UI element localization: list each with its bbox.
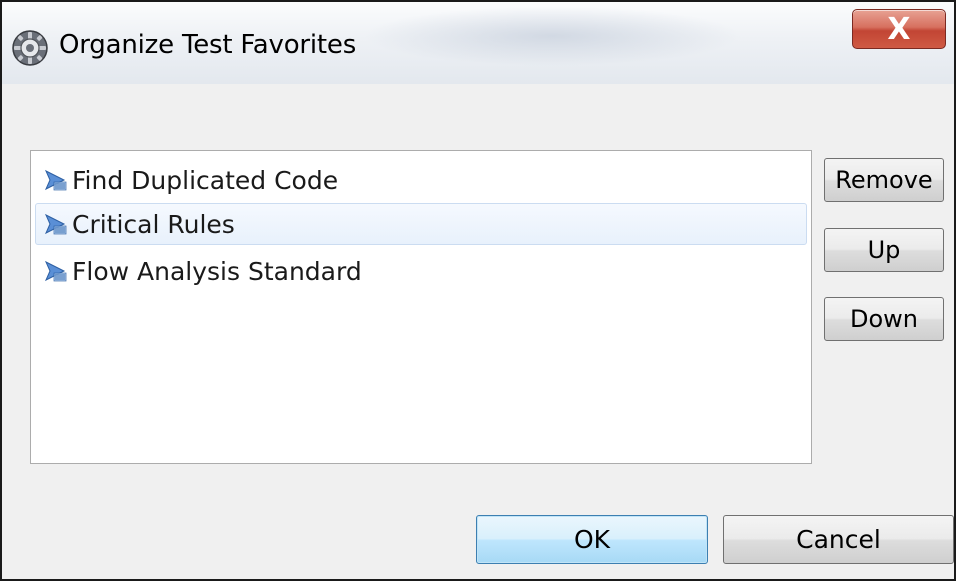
ok-button[interactable]: OK <box>476 515 708 564</box>
list-item-label: Find Duplicated Code <box>72 165 339 195</box>
list-item-label: Flow Analysis Standard <box>72 256 362 286</box>
list-item-label: Critical Rules <box>72 209 235 239</box>
title-bar[interactable]: Organize Test Favorites X <box>2 2 954 84</box>
list-item[interactable]: Flow Analysis Standard <box>35 250 807 292</box>
down-button[interactable]: Down <box>824 297 944 341</box>
cancel-button[interactable]: Cancel <box>723 515 954 564</box>
test-config-icon <box>44 212 68 236</box>
gear-icon <box>11 29 49 67</box>
test-config-icon <box>44 168 68 192</box>
dialog-window: Organize Test Favorites X Find Duplicate… <box>0 0 956 581</box>
window-title: Organize Test Favorites <box>59 30 357 60</box>
test-config-icon <box>44 259 68 283</box>
remove-button[interactable]: Remove <box>824 158 944 202</box>
close-button[interactable]: X <box>852 9 946 49</box>
favorites-list[interactable]: Find Duplicated Code Critical Rules Flow… <box>30 150 812 464</box>
up-button[interactable]: Up <box>824 228 944 272</box>
title-bar-glass <box>362 6 742 66</box>
list-item[interactable]: Critical Rules <box>35 203 807 245</box>
list-item[interactable]: Find Duplicated Code <box>35 159 807 201</box>
